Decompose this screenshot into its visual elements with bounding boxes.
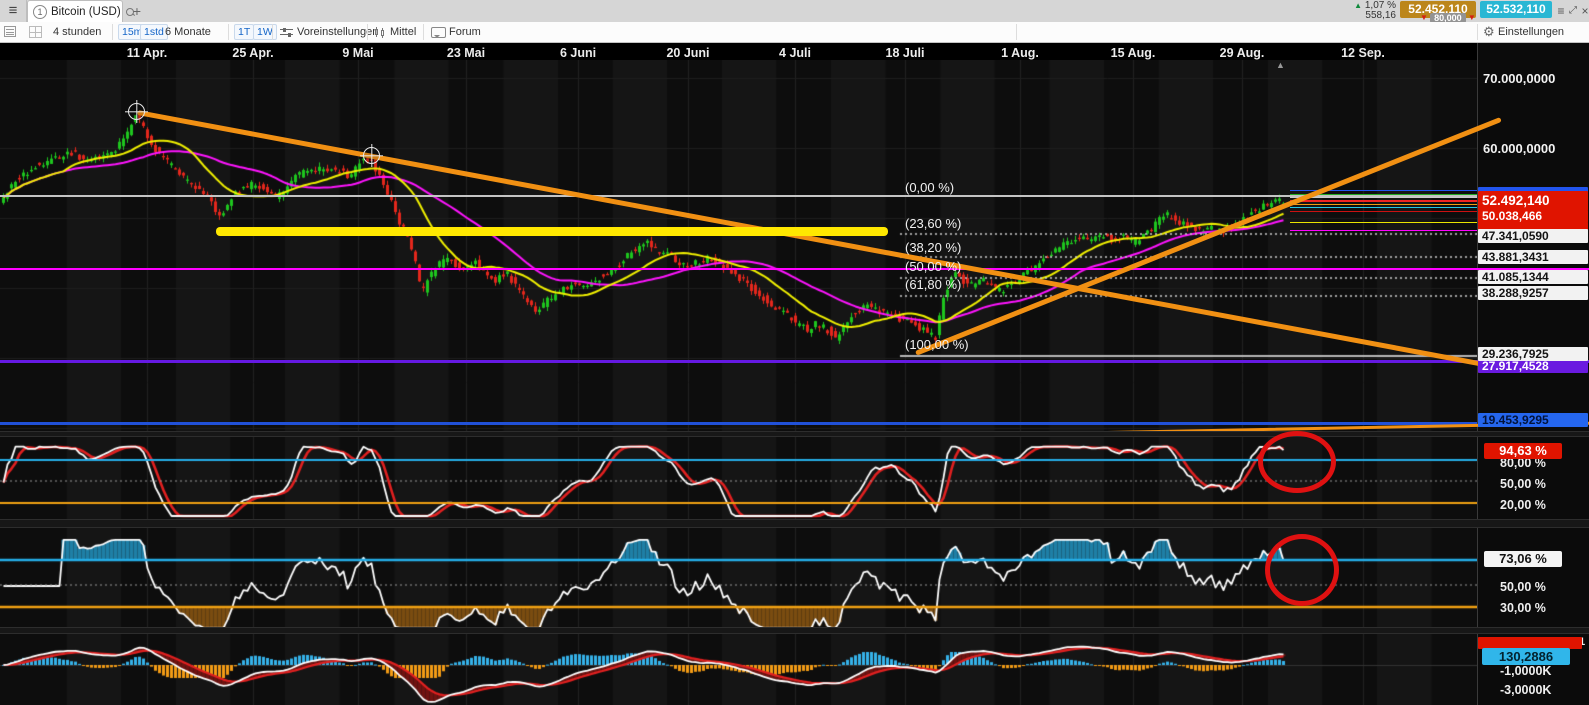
leader-line [1290, 197, 1477, 198]
fib-1000-badge: 29.236,7925 [1478, 347, 1588, 361]
leader-line [1290, 222, 1477, 223]
rsi-level-30: 30,00 % [1500, 601, 1546, 615]
app-menu-icon[interactable]: ≡ [0, 0, 27, 22]
stoch-level-20: 20,00 % [1500, 498, 1546, 512]
y-axis-tick: 60.000,0000 [1483, 141, 1556, 156]
fib-500-badge: 41.085,1344 [1478, 270, 1588, 284]
last-price-badge: 52.492,140 [1478, 191, 1588, 211]
leader-line [1290, 207, 1477, 208]
down-triangle-icon: ▼ [1467, 13, 1476, 22]
list-view-icon[interactable] [4, 26, 16, 37]
trendline-anchor-marker[interactable] [125, 100, 148, 123]
rsi-value-badge: 73,06 % [1484, 551, 1562, 567]
fib-label-236: (23,60 %) [905, 216, 962, 231]
settings-button[interactable]: Einstellungen [1498, 22, 1564, 42]
x-axis-label: 25 Apr. [232, 46, 274, 60]
widget-close-icon[interactable]: × [1578, 0, 1589, 22]
timeframe-chip-1std[interactable]: 1std [140, 24, 168, 40]
x-axis-label: 29 Aug. [1219, 46, 1265, 60]
x-axis-label: 1 Aug. [1001, 46, 1039, 60]
x-axis-label: 20 Juni [666, 46, 710, 60]
panel-separator[interactable] [0, 627, 1589, 634]
price-chart-canvas[interactable] [0, 60, 1477, 705]
forum-bubble-icon[interactable] [431, 27, 446, 38]
ask-badge[interactable]: 52.532,110 [1480, 1, 1552, 18]
purple-support-line[interactable] [0, 360, 1589, 363]
highlight-circle-rsi[interactable] [1265, 534, 1339, 606]
highlight-circle-stoch[interactable] [1258, 431, 1336, 493]
x-axis-label: 15 Aug. [1110, 46, 1156, 60]
trendline-anchor-marker[interactable] [360, 144, 383, 167]
x-axis-label: 18 Juli [885, 46, 925, 60]
panel-separator[interactable] [0, 431, 1589, 437]
x-axis-label: 9 Mai [342, 46, 374, 60]
tab-bitcoin-usd[interactable]: 1 Bitcoin (USD) [27, 0, 135, 22]
timeframe-chip-1t[interactable]: 1T [234, 24, 255, 40]
x-axis-label: 12 Sep. [1341, 46, 1385, 60]
title-bar: ≡ 1 Bitcoin (USD) + ▲ 1,07 % 558,16 52.4… [0, 0, 1589, 23]
presets-sliders-icon[interactable] [280, 28, 293, 37]
rsi-level-50: 50,00 % [1500, 580, 1546, 594]
scroll-position-marker[interactable]: ▲ [1276, 60, 1285, 70]
chart-toolbar: 4 stunden 15m 1std 6 Monate 1T 1W Vorein… [0, 22, 1589, 43]
panel-separator[interactable] [0, 519, 1589, 528]
stoch-value-badge: 94,63 % [1484, 443, 1562, 459]
blue-level-badge: 19.453,9295 [1478, 413, 1588, 427]
leader-line [1290, 230, 1477, 231]
magenta-support-line[interactable] [0, 268, 1589, 270]
x-axis-label: 4 Juli [779, 46, 811, 60]
blue-support-line[interactable] [0, 422, 1477, 425]
x-axis-label: 23 Mai [446, 46, 486, 60]
fib-label-500: (50,00 %) [905, 259, 962, 274]
macd-level-m3: -3,0000K [1500, 683, 1552, 697]
down-triangle-icon: ▼ [1420, 13, 1428, 22]
mean-candles-icon[interactable] [374, 27, 386, 38]
add-tab-button[interactable]: + [128, 2, 146, 20]
stoch-level-50: 50,00 % [1500, 477, 1546, 491]
bid-price-badge: 50.038,466 [1478, 210, 1588, 223]
change-block: ▲ 1,07 % 558,16 [1354, 1, 1396, 21]
tab-title: Bitcoin (USD) [51, 5, 121, 18]
range-selector[interactable]: 6 Monate [165, 22, 211, 42]
layout-grid-icon[interactable] [29, 26, 42, 38]
change-absolute: 558,16 [1365, 10, 1396, 21]
fib-382-badge: 43.881,3431 [1478, 250, 1588, 264]
settings-gear-icon[interactable]: ⚙ [1483, 22, 1495, 42]
x-axis-label: 6 Juni [559, 46, 597, 60]
leader-line [1290, 204, 1477, 205]
fib-label-382: (38,20 %) [905, 240, 962, 255]
macd-level-m1: -1,0000K [1500, 664, 1552, 678]
tab-number-badge: 1 [33, 4, 47, 19]
leader-line [1290, 211, 1477, 212]
fib-label-0: (0,00 %) [905, 180, 955, 195]
fib-618-badge: 38.288,9257 [1478, 286, 1588, 300]
timeframe-chip-1w[interactable]: 1W [253, 24, 277, 40]
fib-label-1000: (100,00 %) [905, 337, 969, 352]
leader-line [1290, 200, 1477, 202]
fib-236-badge: 47.341,0590 [1478, 229, 1588, 243]
trading-chart-widget: ≡ 1 Bitcoin (USD) + ▲ 1,07 % 558,16 52.4… [0, 0, 1589, 705]
mean-button[interactable]: Mittel [390, 22, 416, 42]
x-axis-label: 11 Apr. [126, 46, 168, 60]
fib-label-618: (61,80 %) [905, 277, 962, 292]
macd-value-badge: 130,2886 [1482, 648, 1570, 665]
interval-selector[interactable]: 4 stunden [53, 22, 101, 42]
up-triangle-icon: ▲ [1354, 1, 1363, 10]
y-axis-tick: 70.000,0000 [1483, 71, 1556, 86]
purple-level-badge: 27.917,4528 [1478, 360, 1588, 373]
forum-button[interactable]: Forum [449, 22, 481, 42]
breakdown-hline[interactable] [0, 195, 1477, 197]
yellow-support-bar[interactable] [216, 227, 888, 236]
